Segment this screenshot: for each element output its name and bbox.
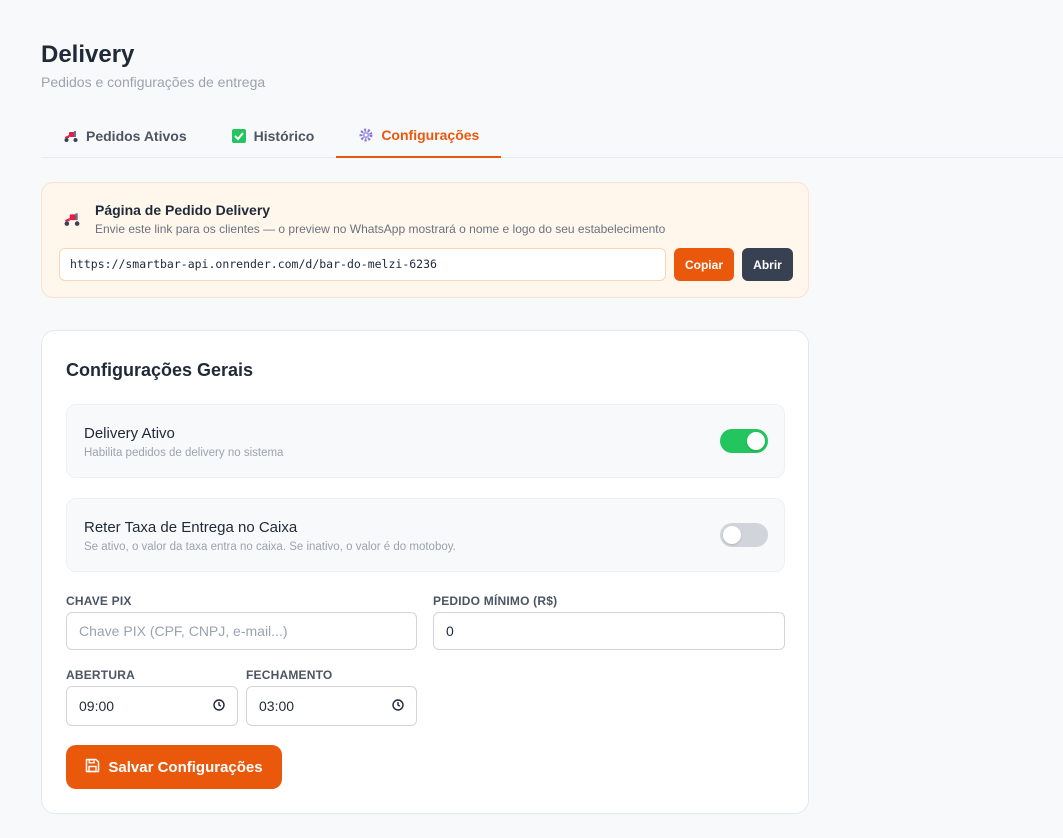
pix-input[interactable] [66, 612, 417, 650]
delivery-active-row: Delivery Ativo Habilita pedidos de deliv… [66, 404, 785, 478]
page-title: Delivery [41, 41, 135, 68]
delivery-active-toggle[interactable] [720, 429, 768, 453]
retain-fee-toggle[interactable] [720, 523, 768, 547]
open-button[interactable]: Abrir [742, 248, 793, 281]
opening-time-value: 09:00 [79, 698, 115, 714]
toggle-knob [723, 526, 741, 544]
link-card-title: Página de Pedido Delivery [95, 202, 271, 218]
gear-icon [358, 127, 374, 143]
tab-history[interactable]: Histórico [209, 114, 337, 157]
delivery-active-hint: Habilita pedidos de delivery no sistema [84, 447, 284, 459]
clock-icon[interactable] [392, 698, 404, 714]
delivery-active-label: Delivery Ativo [84, 425, 175, 442]
floppy-disk-icon [85, 758, 100, 777]
save-button-label: Salvar Configurações [108, 758, 263, 776]
retain-fee-hint: Se ativo, o valor da taxa entra no caixa… [84, 541, 456, 553]
min-order-label: PEDIDO MÍNIMO (R$) [433, 594, 558, 608]
toggle-knob [747, 432, 765, 450]
retain-fee-label: Reter Taxa de Entrega no Caixa [84, 519, 298, 536]
link-card-description: Envie este link para os clientes — o pre… [95, 222, 666, 236]
tab-label: Histórico [253, 127, 315, 144]
clock-icon[interactable] [213, 698, 225, 714]
general-settings-card: Configurações Gerais Delivery Ativo Habi… [41, 330, 809, 814]
tab-active-orders[interactable]: Pedidos Ativos [41, 114, 209, 157]
check-box-icon [231, 128, 247, 144]
min-order-input[interactable]: 0 [433, 612, 785, 650]
save-settings-button[interactable]: Salvar Configurações [66, 745, 282, 789]
delivery-link-card: Página de Pedido Delivery Envie este lin… [41, 182, 809, 298]
scooter-icon [62, 211, 82, 232]
tab-label: Configurações [381, 127, 480, 143]
settings-title: Configurações Gerais [66, 360, 254, 380]
tab-bar: Pedidos Ativos Histórico Configurações [41, 114, 1063, 158]
closing-time-value: 03:00 [259, 698, 295, 714]
closing-time-input[interactable]: 03:00 [246, 686, 417, 726]
pix-label: CHAVE PIX [66, 594, 132, 608]
delivery-link-field[interactable]: https://smartbar-api.onrender.com/d/bar-… [59, 248, 666, 281]
closing-label: FECHAMENTO [246, 668, 333, 682]
opening-label: ABERTURA [66, 668, 135, 682]
page-subtitle: Pedidos e configurações de entrega [41, 74, 266, 90]
scooter-icon [63, 128, 79, 144]
tab-settings[interactable]: Configurações [336, 114, 502, 158]
opening-time-input[interactable]: 09:00 [66, 686, 238, 726]
tab-label: Pedidos Ativos [86, 127, 187, 144]
page-header: Delivery Pedidos e configurações de entr… [41, 40, 265, 90]
retain-fee-row: Reter Taxa de Entrega no Caixa Se ativo,… [66, 498, 785, 572]
copy-button[interactable]: Copiar [674, 248, 734, 281]
